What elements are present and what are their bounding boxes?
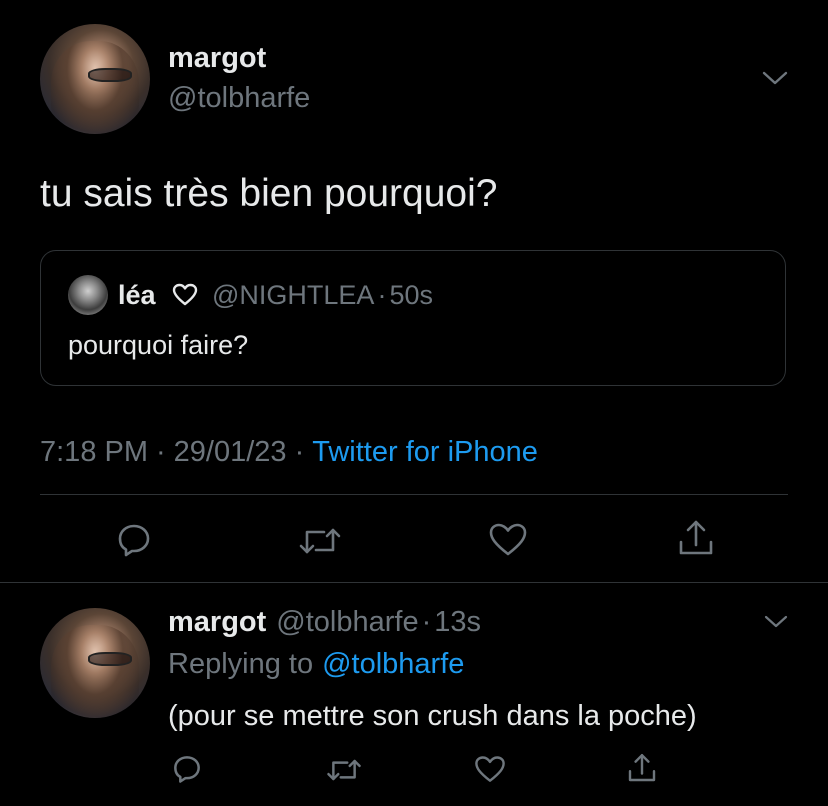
reply-avatar-glasses [88, 652, 132, 666]
quoted-author-avatar [68, 275, 108, 315]
reply-time-ago: 13s [434, 606, 482, 638]
avatar-hair [51, 40, 139, 134]
quoted-author-name: léa [118, 280, 156, 310]
share-icon[interactable] [676, 518, 716, 558]
meta-separator-2: · [294, 436, 305, 468]
reply-text: (pour se mettre son crush dans la poche) [168, 700, 697, 732]
tweet-text: tu sais très bien pourquoi? [40, 172, 498, 215]
tweet-meta: 7:18 PM · 29/01/23 · Twitter for iPhone [40, 436, 538, 469]
tweet-date: 29/01/23 [173, 436, 287, 468]
quoted-separator: · [377, 280, 387, 310]
replying-to-line: Replying to @tolbharfe [168, 648, 464, 681]
quoted-handle-text: @NIGHTLEA [212, 280, 375, 310]
heart-outline-icon [172, 283, 198, 307]
meta-separator-1: · [156, 436, 166, 468]
reply-author-avatar[interactable] [40, 608, 150, 718]
reply-author-handle[interactable]: @tolbharfe [276, 606, 418, 638]
avatar-glasses [88, 68, 132, 82]
retweet-icon[interactable] [298, 524, 342, 558]
meta-divider [40, 494, 788, 495]
reply-like-icon[interactable] [474, 755, 506, 784]
replying-to-handle[interactable]: @tolbharfe [322, 648, 464, 680]
reply-separator: · [421, 606, 432, 638]
tweet-source-link[interactable]: Twitter for iPhone [312, 436, 538, 468]
replying-to-prefix: Replying to [168, 648, 314, 680]
quoted-author-handle: @NIGHTLEA · 50s [212, 280, 433, 311]
tweet-divider [0, 582, 828, 583]
author-name[interactable]: margot [168, 42, 266, 75]
like-icon[interactable] [488, 522, 528, 558]
reply-header: margot @tolbharfe · 13s [168, 606, 481, 639]
reply-share-icon[interactable] [626, 752, 658, 784]
tweet-time: 7:18 PM [40, 436, 148, 468]
reply-retweet-icon[interactable] [326, 756, 362, 784]
reply-icon[interactable] [116, 522, 152, 558]
reply-author-name[interactable]: margot [168, 606, 266, 638]
author-handle[interactable]: @tolbharfe [168, 82, 310, 115]
quoted-tweet-card[interactable] [40, 250, 786, 386]
author-avatar[interactable] [40, 24, 150, 134]
chevron-down-icon[interactable] [762, 70, 788, 86]
reply-reply-icon[interactable] [172, 754, 202, 784]
reply-avatar-hair [51, 624, 139, 718]
quoted-tweet-text: pourquoi faire? [68, 330, 249, 360]
reply-chevron-down-icon[interactable] [764, 614, 788, 629]
quoted-time-ago: 50s [389, 280, 433, 310]
